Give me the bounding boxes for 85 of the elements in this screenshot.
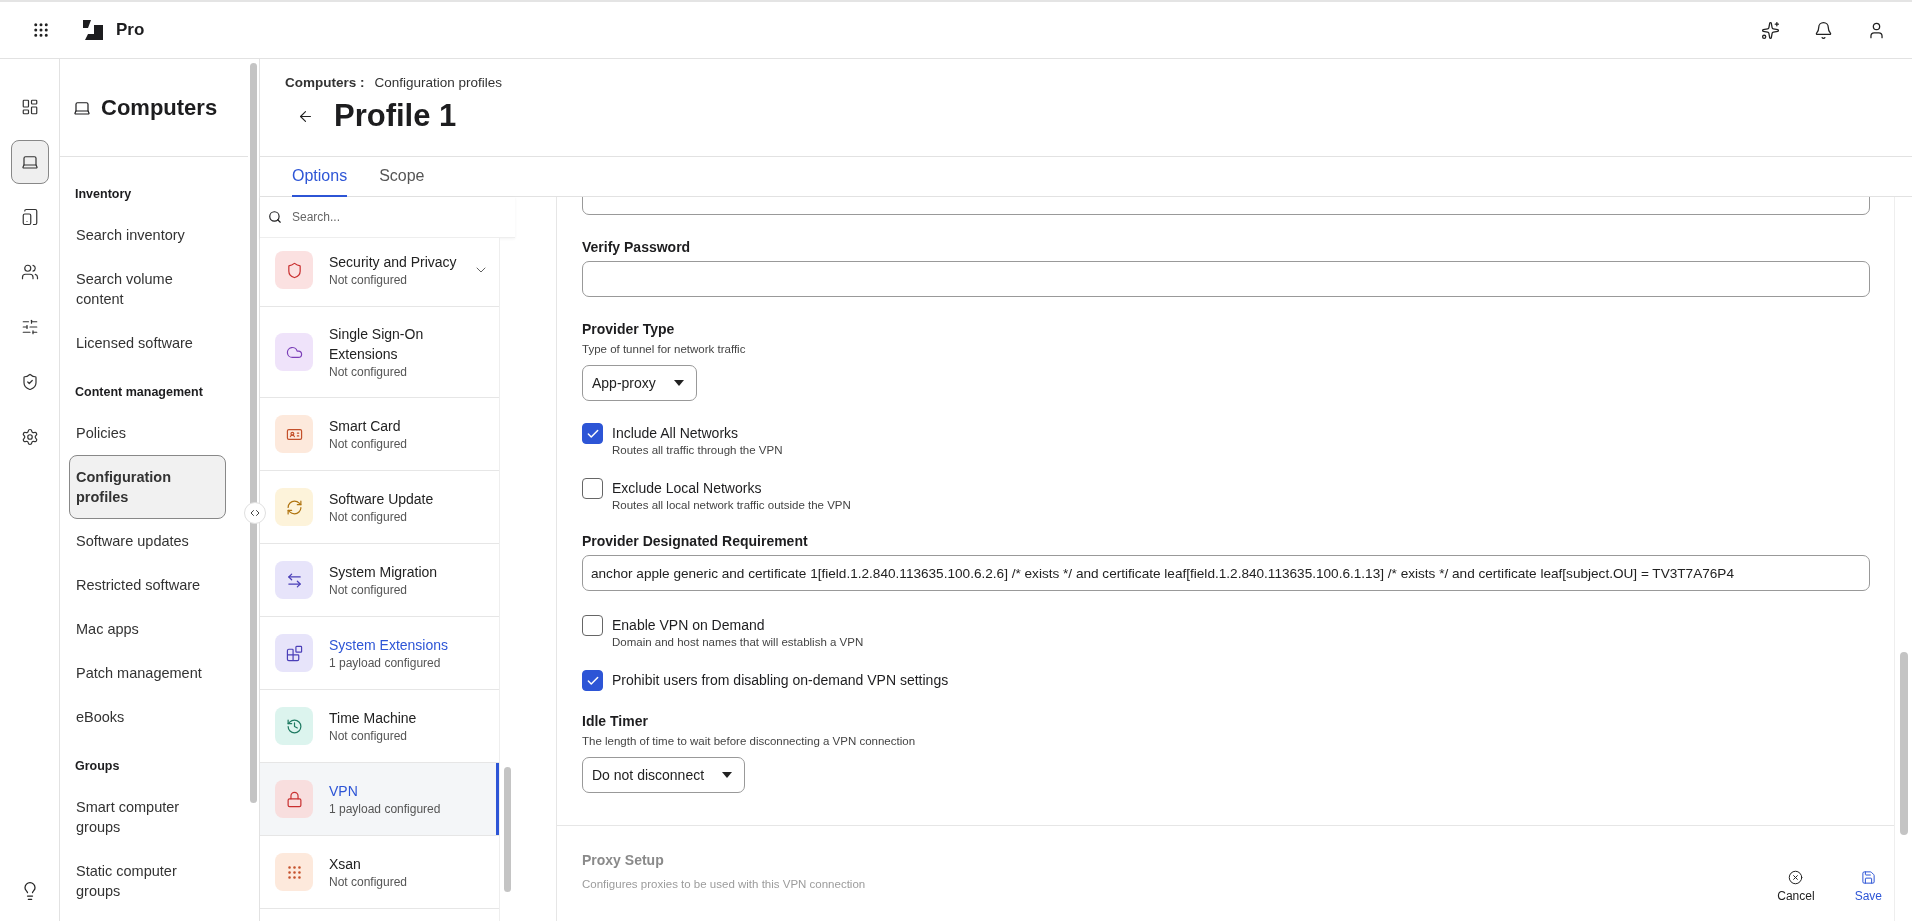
nav-heading: Content management — [74, 384, 204, 401]
breadcrumb-link[interactable]: Configuration profiles — [374, 75, 503, 90]
nav-item[interactable]: Mac apps — [69, 607, 226, 651]
nav-item[interactable]: Search inventory — [69, 213, 226, 257]
scrollbar-thumb[interactable] — [250, 63, 257, 803]
payload-status: Not configured — [329, 364, 409, 380]
tab[interactable]: Options — [292, 157, 348, 197]
section-title: Computers — [101, 94, 218, 121]
scrollbar-thumb[interactable] — [1899, 652, 1908, 835]
payload-status: Not configured — [329, 272, 409, 288]
payload-status: 1 payload configured — [329, 655, 442, 671]
payload-name: Single Sign-On Extensions — [329, 325, 425, 364]
text-field[interactable] — [582, 261, 1870, 297]
scrollbar-thumb[interactable] — [504, 767, 511, 892]
section-description: Configures proxies to be used with this VPN connection — [582, 878, 866, 890]
payload-name: Software Update — [329, 490, 435, 509]
checkbox-label: Enable VPN on Demand — [612, 617, 766, 633]
save-icon — [1860, 870, 1876, 885]
caret-icon — [722, 772, 733, 778]
users-icon — [20, 263, 39, 281]
cancel-button[interactable]: Cancel — [1777, 870, 1815, 903]
checkbox-hint: Routes all traffic through the VPN — [612, 444, 783, 456]
settings-icon — [20, 428, 39, 446]
checkbox-hint: Routes all local network traffic outside the VPN — [612, 499, 851, 511]
checkbox-label: Prohibit users from disabling on-demand VPN settings — [612, 672, 949, 688]
nav-item[interactable]: Restricted software — [69, 563, 226, 607]
product-name: Pro — [116, 20, 145, 40]
payload-name: System Extensions — [329, 636, 450, 655]
payload-name: System Migration — [329, 563, 439, 582]
dropdown[interactable]: App-proxy — [582, 365, 697, 401]
field-label: Provider Type — [582, 321, 676, 337]
tab[interactable]: Scope — [379, 157, 425, 197]
save-button[interactable]: Save — [1854, 870, 1882, 903]
nav-heading: Inventory — [74, 186, 133, 203]
nav-item[interactable]: eBooks — [69, 695, 226, 739]
nav-item[interactable]: Software updates — [69, 519, 226, 563]
field-label: Idle Timer — [582, 713, 649, 729]
search-icon — [268, 210, 282, 224]
checkbox-label: Include All Networks — [612, 425, 740, 441]
payload-status: Not configured — [329, 509, 409, 525]
checkbox[interactable] — [582, 670, 603, 691]
payload-status: Not configured — [329, 874, 409, 890]
laptop-nav-button[interactable] — [10, 140, 49, 184]
checkbox-label: Exclude Local Networks — [612, 480, 763, 496]
cancel-icon — [1788, 870, 1804, 885]
field-hint: The length of time to wait before disconnecting a VPN connection — [582, 735, 917, 747]
nav-heading: Groups — [74, 758, 121, 775]
field-label: Verify Password — [582, 239, 692, 255]
payload-name: Time Machine — [329, 709, 418, 728]
payload-status: Not configured — [329, 582, 409, 598]
nav-item[interactable]: Smart computer groups — [69, 785, 226, 849]
laptop-icon — [20, 153, 39, 171]
devices-icon — [20, 208, 39, 226]
text-field[interactable]: anchor apple generic and certificate 1[field.1.2.840.113635.100.6.2.6] /* exists */ and certificate leaf[field.1.2.840.113635.100.6.1.13] /* exists */ and certificate leaf[subject.OU] = TV3T7A76P4 — [582, 555, 1870, 591]
payload-status: Not configured — [329, 436, 409, 452]
shield-check-icon — [20, 373, 39, 391]
payload-name: VPN — [329, 782, 359, 801]
nav-item[interactable]: Static computer groups — [69, 849, 226, 913]
collapse-handle[interactable] — [244, 502, 266, 524]
dropdown[interactable]: Do not disconnect — [582, 757, 746, 793]
payload-status: Not configured — [329, 728, 409, 744]
breadcrumb-parent: Computers : — [285, 75, 365, 90]
payload-name: Xsan — [329, 855, 362, 874]
payload-name: Smart Card — [329, 417, 402, 436]
checkbox[interactable] — [582, 423, 603, 444]
payload-status: 1 payload configured — [329, 801, 442, 817]
payload-item[interactable]: VPN 1 payload configured — [260, 763, 499, 836]
search-field[interactable]: Search... — [290, 209, 490, 225]
field-hint: Type of tunnel for network traffic — [582, 343, 747, 355]
nav-item[interactable]: Configuration profiles — [69, 455, 226, 519]
checkbox[interactable] — [582, 615, 603, 636]
checkbox[interactable] — [582, 478, 603, 499]
nav-item[interactable]: Search volume content — [69, 257, 226, 321]
section-heading: Proxy Setup — [582, 852, 664, 868]
nav-item[interactable]: Policies — [69, 411, 226, 455]
logo-icon — [82, 19, 104, 41]
sliders-icon — [20, 318, 39, 336]
nav-item[interactable]: Patch management — [69, 651, 226, 695]
page-title: Profile 1 — [334, 98, 457, 134]
payload-name: Security and Privacy — [329, 253, 457, 272]
caret-icon — [673, 380, 684, 386]
checkbox-hint: Domain and host names that will establish a VPN — [612, 636, 864, 648]
nav-item[interactable]: Licensed software — [69, 321, 226, 365]
dashboard-icon — [20, 98, 39, 116]
field-label: Provider Designated Requirement — [582, 533, 809, 549]
